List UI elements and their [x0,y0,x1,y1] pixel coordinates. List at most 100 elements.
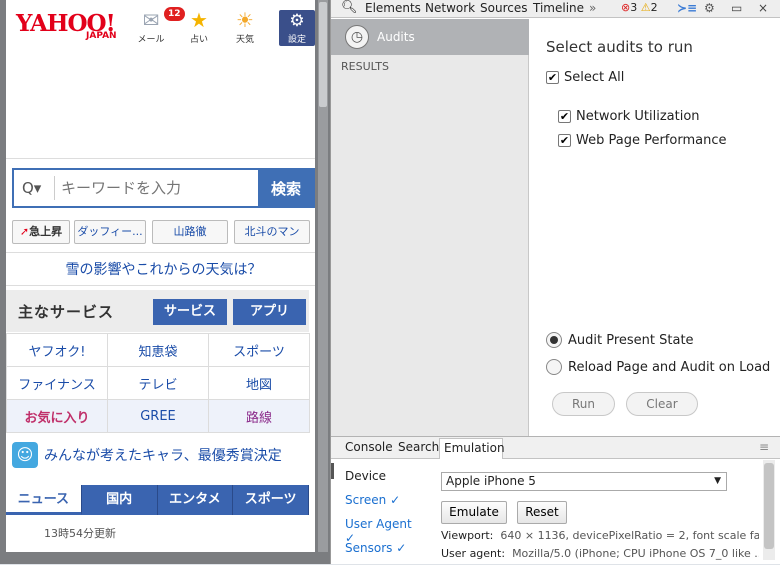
warning-icon: ⚠ [640,1,651,14]
reload-and-audit-radio[interactable]: Reload Page and Audit on Load [546,359,770,375]
weather-icon: ☀ [236,8,254,32]
trending-keyword[interactable]: ➚急上昇 [12,220,70,244]
updated-time: 13時54分更新 [44,527,116,540]
tab-timeline[interactable]: Timeline [533,1,584,15]
service-link[interactable]: スポーツ [208,333,310,367]
device-select[interactable]: Apple iPhone 5 ▼ [441,472,727,491]
results-heading: RESULTS [341,60,389,73]
search-input[interactable] [61,174,246,202]
console-drawer-icon[interactable]: ≻≡ [677,1,697,15]
nav-selection-marker [331,463,334,479]
tab-console[interactable]: Console [345,440,393,454]
weather-news-link[interactable]: 雪の影響やこれからの天気は？ [12,259,315,279]
checkmark-icon: ✔ [558,134,571,147]
settings-gear-icon[interactable]: ⚙ [704,1,715,15]
tab-entertainment[interactable]: エンタメ [157,485,234,515]
character-icon: ☺ [12,442,38,468]
checkmark-icon: ✔ [558,110,571,123]
radio-unselected-icon [546,359,562,375]
service-link[interactable]: GREE [107,399,209,433]
audits-sidebar: ◷ Audits RESULTS [331,19,529,436]
emulate-button[interactable]: Emulate [441,501,507,524]
search-icon[interactable]: Q▾ [22,179,41,197]
audits-launcher: Select audits to run ✔ Select All ✔ Netw… [530,19,780,436]
more-tabs-chevron-icon[interactable]: » [589,1,596,15]
drawer-scrollbar-thumb[interactable] [764,463,774,549]
audit-present-state-radio[interactable]: Audit Present State [546,332,694,348]
web-page-performance-checkbox[interactable]: ✔ Web Page Performance [558,133,726,148]
service-link[interactable]: ヤフオク! [6,333,108,367]
service-link[interactable]: ファイナンス [6,366,108,400]
news-tabs: ニュース 国内 エンタメ スポーツ [6,485,309,515]
keyword-link[interactable]: ダッフィー... [74,220,146,244]
drawer-tabs: Console Search Emulation ≡ [331,437,780,459]
tab-elements[interactable]: Elements [365,1,421,15]
keyword-link[interactable]: 山路徹 [152,220,228,244]
tab-network[interactable]: Network [425,1,475,15]
promo-banner[interactable]: ☺ みんなが考えたキャラ、最優秀賞決定 [6,437,309,471]
devtools-toolbar: 🔍︎ Elements Network Sources Timeline » ⊗… [331,0,780,18]
mail-button[interactable]: ✉ メール [134,8,168,45]
divider [6,252,315,253]
divider [6,158,315,159]
user-agent-info: User agent: Mozilla/5.0 (iPhone; CPU iPh… [441,547,759,560]
close-icon[interactable]: × [758,1,768,15]
divider [6,285,315,286]
console-drawer: Console Search Emulation ≡ Device Screen… [331,436,780,564]
mail-icon: ✉ [142,8,160,32]
tab-sources[interactable]: Sources [480,1,527,15]
inspect-search-icon[interactable]: 🔍︎ [341,0,358,15]
tab-news[interactable]: ニュース [6,485,82,515]
weather-label: 天気 [235,35,254,45]
nav-screen[interactable]: Screen ✓ [345,493,400,507]
tab-emulation[interactable]: Emulation [439,438,505,459]
viewport-scrollbar-thumb[interactable] [319,2,327,107]
search-separator [54,176,55,200]
tab-search[interactable]: Search [398,440,439,454]
clear-button[interactable]: Clear [626,392,698,416]
run-button[interactable]: Run [552,392,615,416]
devtools-panel: 🔍︎ Elements Network Sources Timeline » ⊗… [330,0,780,564]
emulated-mobile-viewport: YAHOO! JAPAN ✉ メール 12 ★ 占い ☀ 天気 ⚙ 設定 Q▾ … [0,0,330,564]
select-all-checkbox[interactable]: ✔ Select All [546,70,624,85]
nav-sensors[interactable]: Sensors ✓ [345,541,406,555]
search-button[interactable]: 検索 [258,170,314,206]
reset-button[interactable]: Reset [517,501,567,524]
settings-label: 設定 [287,35,306,45]
error-counter[interactable]: ⊗3 ⚠2 [621,1,658,14]
dropdown-arrow-icon: ▼ [714,476,721,486]
clock-icon: ◷ [345,25,369,49]
network-utilization-checkbox[interactable]: ✔ Network Utilization [558,109,700,124]
error-icon: ⊗ [621,1,631,14]
checkmark-icon: ✔ [546,71,559,84]
mail-label: メール [137,35,165,45]
tab-sports[interactable]: スポーツ [233,485,309,515]
keyword-link[interactable]: 北斗のマン [234,220,310,244]
services-title: 主なサービス [18,303,115,321]
services-header: 主なサービス サービス アプリ [6,290,309,332]
sidebar-item-audits[interactable]: ◷ Audits [331,19,529,55]
tab-domestic[interactable]: 国内 [81,485,158,515]
services-button[interactable]: サービス [153,299,227,325]
service-link[interactable]: 知恵袋 [107,333,209,367]
search-box: Q▾ 検索 [12,168,315,208]
star-icon: ★ [190,8,208,32]
nav-device[interactable]: Device [345,469,386,483]
viewport-info: Viewport: 640 × 1136, devicePixelRatio =… [441,529,759,542]
favorites-link[interactable]: お気に入り [6,399,108,433]
apps-button[interactable]: アプリ [233,299,306,325]
gear-icon: ⚙ [289,11,305,31]
settings-button[interactable]: ⚙ 設定 [279,10,315,46]
dock-side-icon[interactable]: ▭ [731,1,742,15]
service-link[interactable]: 地図 [208,366,310,400]
promo-text: みんなが考えたキャラ、最優秀賞決定 [44,448,282,464]
weather-button[interactable]: ☀ 天気 [228,8,262,45]
audits-label: Audits [377,30,415,44]
drawer-menu-icon[interactable]: ≡ [759,440,769,454]
radio-selected-icon [546,332,562,348]
service-link[interactable]: 路線 [208,399,310,433]
fortune-button[interactable]: ★ 占い [182,8,216,45]
service-link[interactable]: テレビ [107,366,209,400]
trending-arrow-icon: ➚ [19,225,30,238]
emulation-nav: Device Screen ✓ User Agent ✓ Sensors ✓ [331,460,423,565]
